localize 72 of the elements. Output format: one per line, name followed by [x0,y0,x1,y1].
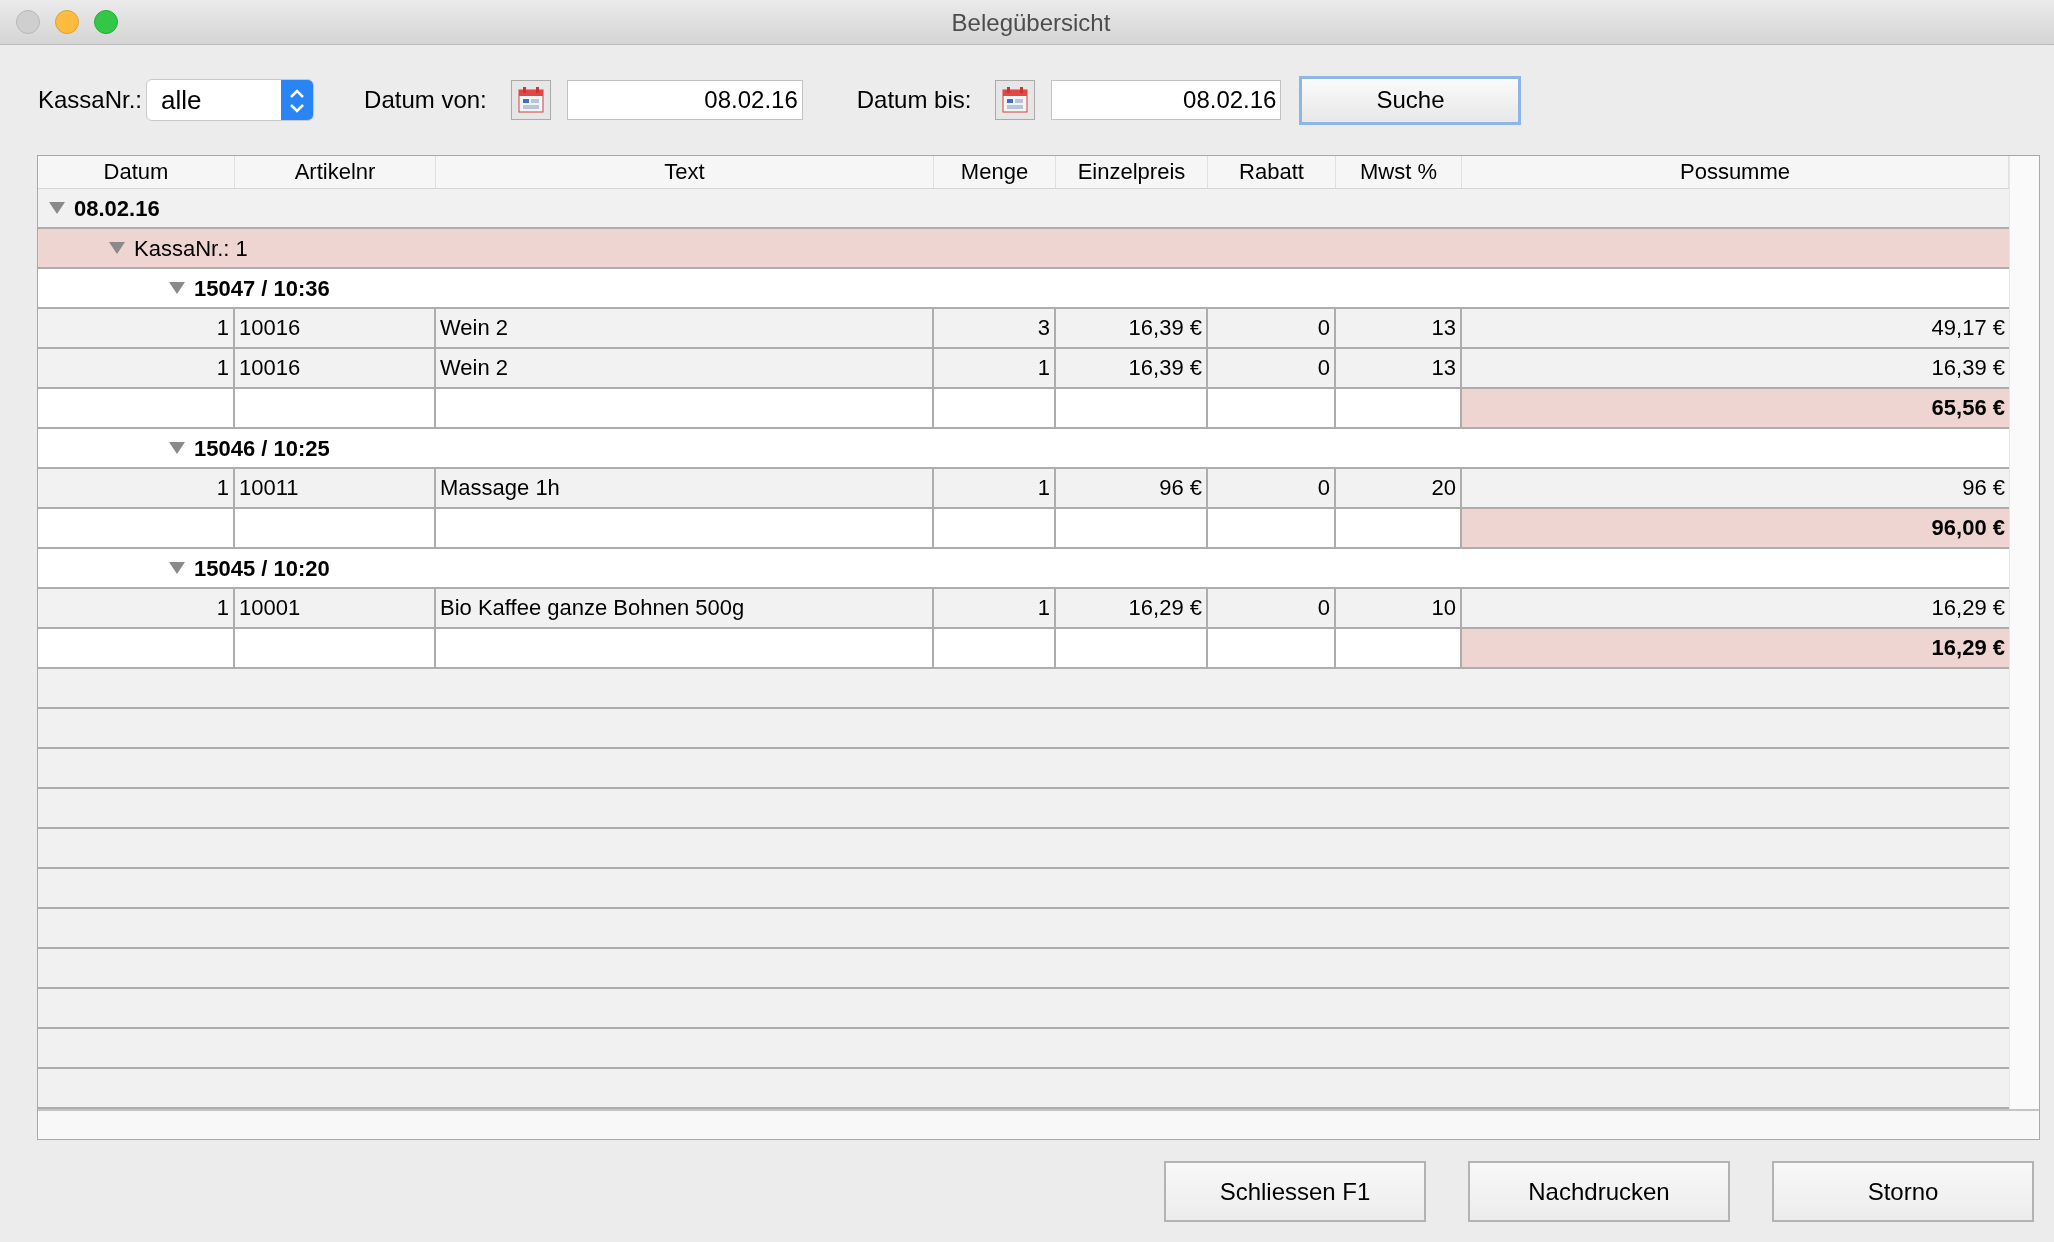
table-cell-text: 16,39 € [1930,354,2006,382]
date-field[interactable]: 08.02.16 [1051,80,1282,120]
disclosure-triangle-icon[interactable] [48,201,66,215]
table-cell: 1 [38,349,235,387]
table-cell-text: 16,29 € [1930,594,2006,622]
total-cell: 65,56 € [1462,389,2009,427]
table-cell: 16,29 € [1056,589,1208,627]
disclosure-triangle-icon[interactable] [168,441,186,455]
column-header[interactable]: Artikelnr [235,156,436,188]
table-cell: 16,39 € [1056,309,1208,347]
date-field[interactable]: 08.02.16 [566,80,803,120]
table-cell: Massage 1h [436,469,934,507]
calendar-button[interactable] [510,80,551,120]
table-cell: 1 [38,589,235,627]
calendar-button[interactable] [995,80,1036,120]
column-header[interactable]: Mwst % [1336,156,1462,188]
horizontal-scrollbar[interactable] [38,1109,2039,1139]
disclosure-triangle-icon[interactable] [108,241,126,255]
column-header[interactable]: Rabatt [1208,156,1336,188]
table-cell: 10 [1336,589,1462,627]
table-cell: 3 [934,309,1056,347]
group-label: KassaNr.: 1 [134,234,248,263]
column-header[interactable]: Datum [38,156,235,188]
table-cell-text: 49,17 € [1930,314,2006,342]
disclosure-triangle-icon[interactable] [168,281,186,295]
table-cell: 1 [934,469,1056,507]
zoom-button[interactable] [94,10,118,34]
group-label: 15047 / 10:36 [194,274,330,303]
field-label: Datum bis: [856,85,972,115]
table-cell: 10016 [235,349,436,387]
total-cell: 16,29 € [1462,629,2009,667]
action-button[interactable]: Storno [1772,1161,2034,1222]
total-cell: 96,00 € [1462,509,2009,547]
table-cell: 10001 [235,589,436,627]
table-cell: 10011 [235,469,436,507]
table-cell: 0 [1208,469,1336,507]
field-label: Datum von: [364,85,487,115]
table-cell: 0 [1208,309,1336,347]
table-cell: 13 [1336,309,1462,347]
table-cell: 1 [934,349,1056,387]
column-header[interactable]: Text [436,156,934,188]
action-button[interactable]: Schliessen F1 [1164,1161,1426,1222]
table-cell: 0 [1208,589,1336,627]
table-cell: 1 [38,309,235,347]
minimize-button[interactable] [55,10,79,34]
disclosure-triangle-icon[interactable] [168,561,186,575]
calendar-icon [516,86,545,114]
table-cell: 10016 [235,309,436,347]
table-cell: Wein 2 [436,309,934,347]
table-cell: 13 [1336,349,1462,387]
search-button[interactable]: Suche [1299,75,1522,125]
group-label: 15045 / 10:20 [194,554,330,583]
column-header[interactable]: Einzelpreis [1056,156,1208,188]
kassa-select[interactable]: alle [146,79,315,121]
group-label: 08.02.16 [74,194,160,223]
action-button[interactable]: Nachdrucken [1468,1161,1730,1222]
calendar-icon [1001,86,1030,114]
column-header[interactable]: Menge [934,156,1056,188]
vertical-scrollbar[interactable] [2009,156,2039,1109]
table-cell: 1 [934,589,1056,627]
field-label: KassaNr.: [38,85,143,115]
group-label: 15046 / 10:25 [194,434,330,463]
table-cell: 96 € [1056,469,1208,507]
table-cell: 0 [1208,349,1336,387]
table-cell: 1 [38,469,235,507]
close-button[interactable] [16,10,40,34]
table-cell: Bio Kaffee ganze Bohnen 500g [436,589,934,627]
table-cell-text: 96 € [1961,474,2006,502]
table-cell: 20 [1336,469,1462,507]
window-title: Belegübersicht [951,8,1111,36]
table-cell: Wein 2 [436,349,934,387]
table-cell: 16,39 € [1056,349,1208,387]
